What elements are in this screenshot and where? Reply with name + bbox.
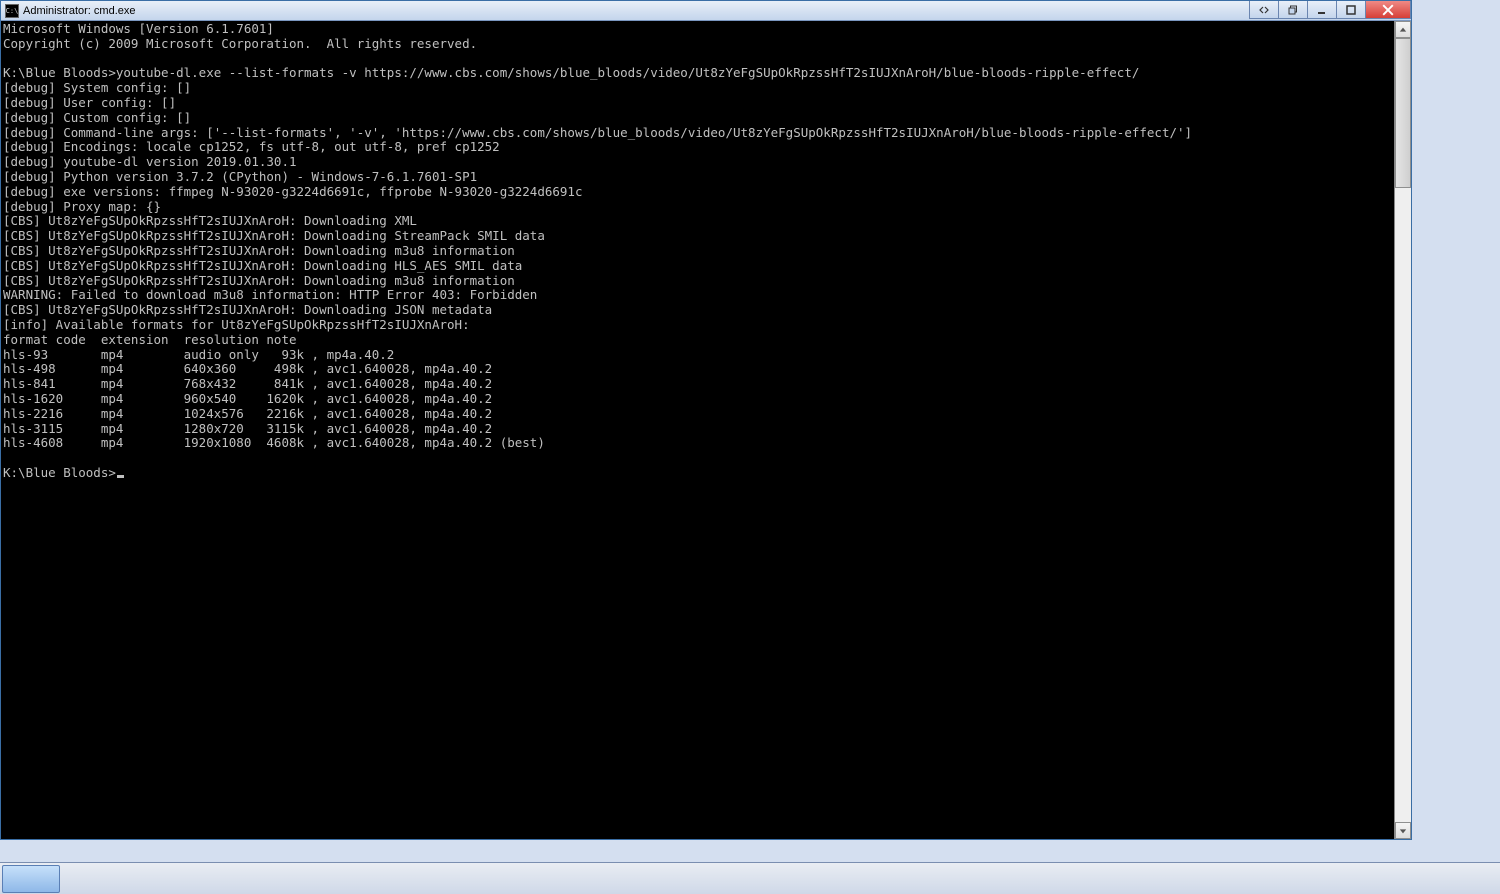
restore-down-button[interactable] [1278, 1, 1308, 19]
cmd-icon: C:\ [5, 4, 19, 18]
scroll-down-button[interactable] [1395, 822, 1411, 839]
prev-size-button[interactable] [1249, 1, 1279, 19]
taskbar-item[interactable] [2, 865, 60, 893]
titlebar-controls [1250, 1, 1411, 20]
window-title: Administrator: cmd.exe [23, 5, 1250, 17]
scroll-up-button[interactable] [1395, 21, 1411, 38]
console-output[interactable]: Microsoft Windows [Version 6.1.7601] Cop… [1, 21, 1394, 839]
scrollbar-vertical[interactable] [1394, 21, 1411, 839]
scroll-thumb[interactable] [1395, 38, 1411, 188]
minimize-button[interactable] [1307, 1, 1337, 19]
console-body: Microsoft Windows [Version 6.1.7601] Cop… [1, 21, 1411, 839]
cmd-window: C:\ Administrator: cmd.exe Microsoft Win… [0, 0, 1412, 840]
taskbar[interactable] [0, 862, 1500, 894]
maximize-button[interactable] [1336, 1, 1366, 19]
scroll-track[interactable] [1395, 188, 1411, 822]
titlebar[interactable]: C:\ Administrator: cmd.exe [1, 1, 1411, 21]
close-button[interactable] [1365, 1, 1411, 19]
